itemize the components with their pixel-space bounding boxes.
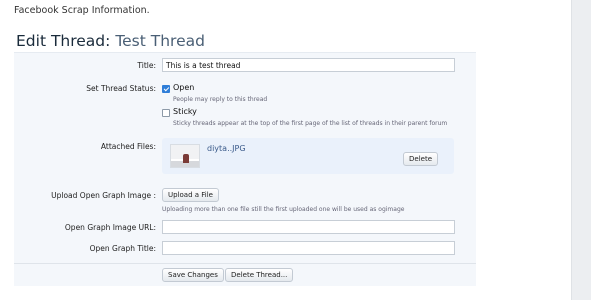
title-label: Title:: [137, 61, 156, 70]
og-title-input[interactable]: [162, 241, 455, 255]
open-option-label: Open: [173, 83, 195, 92]
page-top-text: Facebook Scrap Information.: [14, 5, 150, 16]
delete-attachment-button[interactable]: Delete: [403, 152, 438, 166]
title-input[interactable]: [162, 58, 455, 72]
delete-thread-button[interactable]: Delete Thread...: [225, 268, 294, 282]
open-option-help: People may reply to this thread: [173, 96, 268, 103]
attachment-thumbnail[interactable]: [170, 144, 200, 168]
og-title-label: Open Graph Title:: [89, 244, 156, 253]
sticky-option-label: Sticky: [173, 107, 197, 116]
title-prefix: Edit Thread:: [16, 32, 111, 50]
sticky-option-help: Sticky threads appear at the top of the …: [173, 120, 448, 127]
thread-name: Test Thread: [115, 32, 205, 50]
attachment-file-name[interactable]: diyta..JPG: [207, 144, 246, 153]
upload-file-button[interactable]: Upload a File: [162, 188, 219, 202]
submit-bar: Save Changes Delete Thread...: [14, 263, 476, 286]
edit-thread-form: Title: Set Thread Status: Open People ma…: [14, 52, 476, 286]
save-changes-button[interactable]: Save Changes: [162, 268, 224, 282]
edit-thread-panel: Edit Thread: Test Thread Title: Set Thre…: [14, 30, 476, 286]
og-image-url-label: Open Graph Image URL:: [64, 223, 156, 232]
page-title: Edit Thread: Test Thread: [16, 32, 205, 50]
thumbnail-person: [183, 154, 189, 163]
upload-og-image-label: Upload Open Graph Image :: [51, 191, 156, 200]
sticky-checkbox[interactable]: [162, 109, 170, 117]
upload-help-text: Uploading more than one file still the f…: [162, 206, 405, 213]
right-scroll-gutter: [571, 0, 591, 300]
attached-files-box: diyta..JPG Delete: [162, 138, 454, 174]
thread-status-label: Set Thread Status:: [86, 84, 156, 93]
og-image-url-input[interactable]: [162, 220, 455, 234]
open-checkbox[interactable]: [162, 85, 170, 93]
attached-files-label: Attached Files:: [100, 142, 156, 151]
